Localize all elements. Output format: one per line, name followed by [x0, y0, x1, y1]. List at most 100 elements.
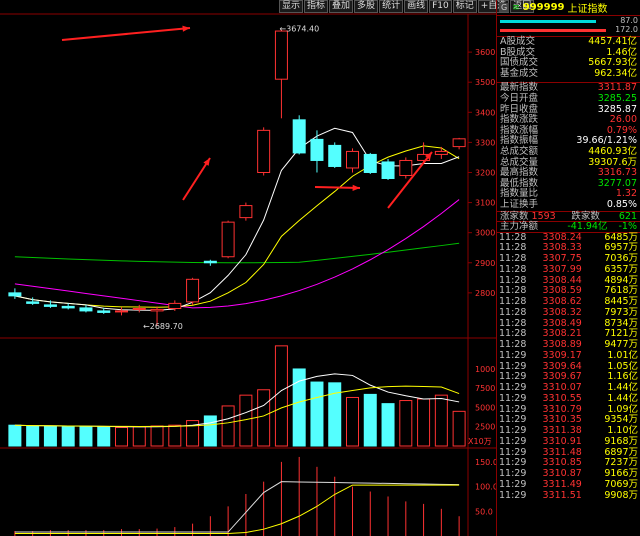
volume-unit-label: X10万 [468, 437, 492, 446]
volume-bar [381, 403, 395, 447]
kline-chart-area[interactable]: 3600 3500 3400 3300 3200 3100 3000 2900 2800 ←367… [0, 0, 535, 536]
index-stat-value: 3285.25 [597, 92, 637, 104]
toolbar-button-7[interactable]: 标记 [452, 0, 477, 13]
candle-body [168, 302, 182, 310]
tick-trades-list[interactable]: 11:28 3308.24 6485万 11:28 3308.33 6957万 11:28 3… [497, 231, 640, 502]
down-count-label: 跌家数 [571, 210, 600, 222]
volume-bar [257, 389, 271, 447]
price-tick-label: 3100 [475, 199, 495, 208]
candle-body [346, 150, 359, 169]
candle-body [363, 153, 377, 173]
volume-bar [274, 345, 288, 447]
index-stat-label: 今日开盘 [500, 92, 539, 104]
annotation-arrow-1 [61, 27, 191, 41]
index-stat-value: 4460.93亿 [588, 145, 637, 157]
ma60-line [14, 242, 460, 264]
mainforce-row: 主力净额 -41.94亿 -1% [497, 221, 640, 232]
price-tick-label: 3600 [475, 48, 495, 57]
turnover-row: A股成交 4457.41亿 [497, 36, 640, 48]
annotation-arrow-3-head [352, 184, 360, 191]
trade-price: 3311.51 [542, 489, 582, 501]
indicator-tick-label: 100.0 [475, 483, 496, 492]
group-badge[interactable]: G [499, 3, 510, 12]
volume-bar [363, 393, 377, 447]
candle-body [328, 144, 342, 167]
bar-top-value: 87.0 [620, 16, 638, 25]
volume-bar [150, 425, 164, 447]
candle-body [399, 159, 413, 176]
up-count: 1593 [531, 210, 556, 222]
candle-body [115, 310, 128, 313]
annotation-arrow-2 [182, 157, 211, 201]
toolbar-button-3[interactable]: 多股 [354, 0, 379, 13]
candle-body [43, 304, 57, 307]
menu-icon[interactable]: ≡ [512, 3, 520, 13]
volume-bar [417, 398, 431, 447]
price-tick-label: 3400 [475, 108, 495, 117]
turnover-section: A股成交 4457.41亿 B股成交 1.46亿 国债成交 5667.93亿 基金成交 962… [497, 36, 640, 79]
price-tick-label: 2800 [475, 289, 495, 298]
price-tick-label: 3300 [475, 138, 495, 147]
toolbar-button-0[interactable]: 显示 [279, 0, 304, 13]
index-stat-label: 总成交额 [500, 145, 539, 157]
volume-bar [115, 427, 128, 447]
toolbar-button-6[interactable]: F10 [429, 0, 452, 13]
trade-row: 11:29 3311.51 9908万 [497, 489, 640, 502]
candle-body [257, 129, 271, 173]
price-tick-label: 2900 [475, 259, 495, 268]
turnover-value: 4457.41亿 [588, 36, 637, 47]
turnover-value: 962.34亿 [594, 67, 637, 79]
up-count-label: 涨家数 [500, 210, 529, 222]
breadth-row: 涨家数 1593 跌家数 621 [497, 210, 640, 222]
turnover-label: 基金成交 [500, 67, 539, 79]
quote-panel: G ≡ 999999 上证指数 87.0 172.0 A股成交 4457.41亿 B… [496, 0, 640, 536]
candle-body [186, 278, 200, 303]
volume-bar [132, 426, 146, 447]
low-label: ←2689.70 [143, 322, 183, 331]
volume-tick-label: 7500 [475, 384, 495, 393]
index-stats-section: 最新指数 3311.87 今日开盘 3285.25 昨日收盘 3285.87 指数涨跌 26.… [497, 82, 640, 210]
index-stat-row: 今日开盘 3285.25 [497, 92, 640, 105]
toolbar-button-2[interactable]: 叠加 [329, 0, 354, 13]
candle-body [292, 119, 306, 154]
candle-body [239, 205, 253, 219]
volume-bar [26, 425, 40, 447]
volume-bar [221, 405, 235, 447]
trade-time: 11:29 [499, 489, 527, 501]
volume-bar [8, 424, 22, 447]
ma20-line [14, 199, 460, 309]
toolbar-button-5[interactable]: 画线 [404, 0, 429, 13]
volume-tick-label: 5000 [475, 403, 495, 412]
index-stat-value: 0.85% [606, 198, 637, 210]
turnover-row: 基金成交 962.34亿 [497, 67, 640, 80]
volume-bar [43, 425, 57, 447]
toolbar-button-4[interactable]: 统计 [379, 0, 404, 13]
price-tick-label: 3000 [475, 229, 495, 238]
candle-body [8, 292, 22, 297]
candle-body [132, 308, 146, 311]
volume-bar [97, 426, 111, 447]
indicator-line-2 [14, 484, 460, 535]
volume-bar [61, 426, 75, 447]
candle-body [203, 260, 217, 264]
chart-canvas[interactable]: 3600 3500 3400 3300 3200 3100 3000 2900 2800 ←367… [0, 0, 496, 536]
price-tick-label: 3500 [475, 78, 495, 87]
candle-body [381, 161, 395, 180]
volume-bar [346, 396, 359, 447]
candle-body [274, 30, 288, 80]
candle-body [310, 138, 324, 161]
bar-bottom-fill [500, 29, 606, 32]
candle-body [150, 308, 164, 312]
quote-header: G ≡ 999999 上证指数 [497, 0, 640, 16]
index-stat-row: 总成交额 4460.93亿 [497, 145, 640, 158]
turnover-label: A股成交 [500, 36, 535, 47]
toolbar-button-1[interactable]: 指标 [304, 0, 329, 13]
stock-name: 上证指数 [567, 4, 608, 15]
indicator-tick-label: 150.0 [475, 458, 496, 467]
price-tick-label: 3200 [475, 168, 495, 177]
volume-bar [399, 400, 413, 447]
down-count: 621 [618, 210, 637, 222]
bar-top-fill [500, 20, 596, 23]
candle-body [221, 221, 235, 258]
volume-bar [434, 394, 448, 447]
